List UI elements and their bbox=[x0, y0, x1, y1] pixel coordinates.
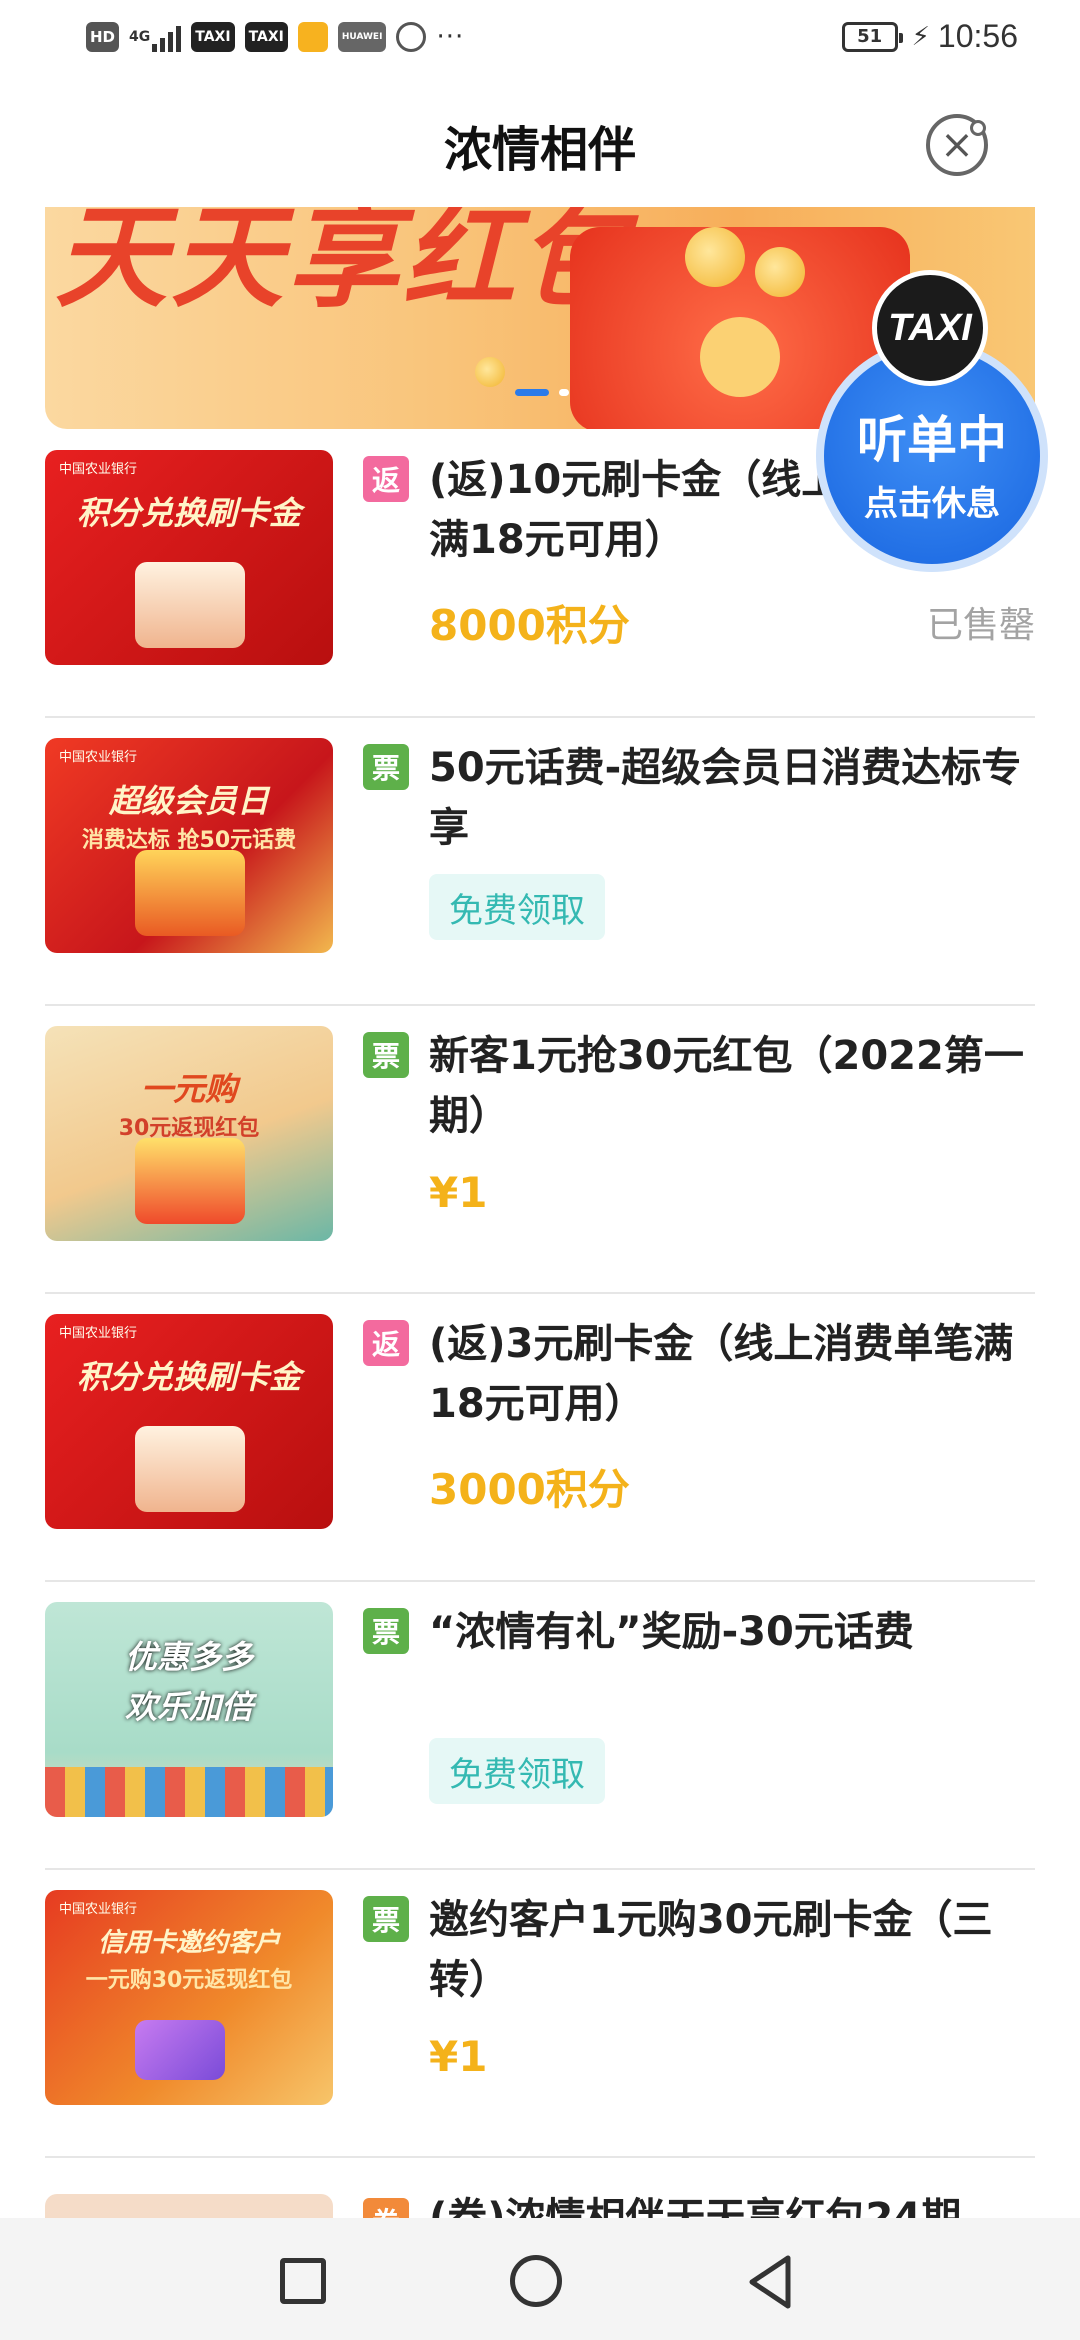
title-bar: 浓情相伴 × bbox=[0, 92, 1080, 202]
thumb-title: 积分兑换刷卡金 bbox=[76, 1358, 301, 1396]
voucher-tag: 券 bbox=[363, 2198, 409, 2218]
system-nav-bar bbox=[0, 2218, 1080, 2340]
item-thumbnail bbox=[45, 2194, 333, 2218]
banner-pagination bbox=[515, 389, 569, 396]
network-type: 4G bbox=[129, 29, 151, 45]
item-price: ¥1 bbox=[429, 2032, 488, 2081]
page-dot bbox=[559, 389, 569, 396]
item-thumbnail: 中国农业银行 积分兑换刷卡金 bbox=[45, 1314, 333, 1529]
item-price: ¥1 bbox=[429, 1168, 488, 1217]
ticket-tag: 票 bbox=[363, 1896, 409, 1942]
status-bar: HD 4G TAXI TAXI HUAWEI ··· 51 ⚡ 10:56 bbox=[0, 0, 1080, 82]
thumb-title: 一元购 bbox=[140, 1070, 237, 1108]
item-title: 邀约客户1元购30元刷卡金（三转） bbox=[429, 1897, 993, 2003]
page-title: 浓情相伴 bbox=[443, 122, 636, 178]
coin-image bbox=[755, 247, 805, 297]
list-item[interactable]: 优惠多多 欢乐加倍 票 “浓情有礼”奖励-30元话费 免费领取 bbox=[45, 1582, 1035, 1870]
globe-icon bbox=[396, 22, 427, 52]
card-box-image bbox=[135, 1426, 245, 1512]
list-item[interactable]: 一元购 30元返现红包 票 新客1元抢30元红包（2022第一期） ¥1 bbox=[45, 1006, 1035, 1294]
thumb-bank-name: 中国农业银行 bbox=[59, 1902, 138, 1917]
thumb-title: 超级会员日 bbox=[108, 782, 269, 820]
thumb-title: 信用卡邀约客户 bbox=[97, 1928, 280, 1958]
thumb-title: 积分兑换刷卡金 bbox=[76, 494, 301, 532]
taxi-status: 听单中 bbox=[857, 411, 1007, 469]
red-envelope-image bbox=[135, 850, 245, 936]
charging-icon: ⚡ bbox=[911, 21, 930, 52]
banner-text: 天天享红包 bbox=[55, 207, 635, 323]
item-title: 新客1元抢30元红包（2022第一期） bbox=[429, 1033, 1024, 1139]
item-title: (返)3元刷卡金（线上消费单笔满18元可用） bbox=[429, 1321, 1014, 1427]
list-item[interactable]: 中国农业银行 积分兑换刷卡金 返 (返)3元刷卡金（线上消费单笔满18元可用） … bbox=[45, 1294, 1035, 1582]
taxi-action[interactable]: 点击休息 bbox=[824, 476, 1040, 525]
huawei-icon: HUAWEI bbox=[337, 22, 387, 52]
return-tag: 返 bbox=[363, 1320, 409, 1366]
hd-icon: HD bbox=[86, 22, 120, 52]
item-thumbnail: 优惠多多 欢乐加倍 bbox=[45, 1602, 333, 1817]
signal-group: 4G bbox=[129, 22, 182, 52]
status-right: 51 ⚡ 10:56 bbox=[841, 18, 1018, 55]
item-title: (券)浓情相伴天天享红包24期 bbox=[429, 2195, 962, 2218]
ticket-tag: 票 bbox=[363, 1032, 409, 1078]
thumb-bank-name: 中国农业银行 bbox=[59, 1326, 138, 1341]
item-thumbnail: 中国农业银行 超级会员日 消费达标 抢50元话费 bbox=[45, 738, 333, 953]
taxi-app-icon: TAXI bbox=[191, 22, 235, 52]
gift-box-image bbox=[135, 1138, 245, 1224]
clock: 10:56 bbox=[937, 18, 1018, 54]
home-circle-icon[interactable] bbox=[510, 2255, 562, 2307]
battery-icon: 51 bbox=[841, 21, 903, 52]
status-left: HD 4G TAXI TAXI HUAWEI ··· bbox=[86, 22, 464, 52]
ticket-tag: 票 bbox=[363, 744, 409, 790]
thumb-subtitle: 欢乐加倍 bbox=[124, 1688, 253, 1726]
item-thumbnail: 一元购 30元返现红包 bbox=[45, 1026, 333, 1241]
free-claim-button[interactable]: 免费领取 bbox=[429, 874, 605, 940]
item-price: 8000积分 bbox=[429, 601, 630, 650]
taxi-logo-icon[interactable]: TAXI bbox=[872, 270, 988, 386]
coin-image bbox=[475, 357, 505, 387]
credit-card-image bbox=[135, 2020, 225, 2080]
soldout-label: 已售罄 bbox=[926, 605, 1035, 646]
free-claim-button[interactable]: 免费领取 bbox=[429, 1738, 605, 1804]
item-price: 3000积分 bbox=[429, 1465, 630, 1514]
item-thumbnail: 中国农业银行 积分兑换刷卡金 bbox=[45, 450, 333, 665]
signal-icon bbox=[152, 22, 182, 52]
item-title: 50元话费-超级会员日消费达标专享 bbox=[429, 745, 1022, 851]
more-icon: ··· bbox=[436, 22, 465, 52]
ticket-tag: 票 bbox=[363, 1608, 409, 1654]
list-item[interactable]: 中国农业银行 超级会员日 消费达标 抢50元话费 票 50元话费-超级会员日消费… bbox=[45, 718, 1035, 1006]
city-skyline-image bbox=[45, 1767, 333, 1817]
item-title: “浓情有礼”奖励-30元话费 bbox=[429, 1609, 914, 1655]
thumb-bank-name: 中国农业银行 bbox=[59, 462, 138, 477]
taxi-app-icon-2: TAXI bbox=[244, 22, 288, 52]
page-dot-active bbox=[515, 389, 549, 396]
item-thumbnail: 中国农业银行 信用卡邀约客户 一元购30元返现红包 bbox=[45, 1890, 333, 2105]
coin-image bbox=[685, 227, 745, 287]
thumb-bank-name: 中国农业银行 bbox=[59, 750, 138, 765]
list-item[interactable]: 中国农业银行 信用卡邀约客户 一元购30元返现红包 票 邀约客户1元购30元刷卡… bbox=[45, 1870, 1035, 2158]
close-icon[interactable]: × bbox=[926, 114, 988, 176]
card-box-image bbox=[135, 562, 245, 648]
notification-app-icon bbox=[297, 22, 328, 52]
thumb-subtitle: 一元购30元返现红包 bbox=[85, 1968, 293, 1993]
thumb-title: 优惠多多 bbox=[124, 1638, 253, 1676]
back-triangle-icon[interactable] bbox=[742, 2252, 802, 2312]
return-tag: 返 bbox=[363, 456, 409, 502]
recent-apps-square-icon[interactable] bbox=[280, 2258, 326, 2304]
list-item[interactable]: 券 (券)浓情相伴天天享红包24期 bbox=[45, 2158, 1035, 2218]
